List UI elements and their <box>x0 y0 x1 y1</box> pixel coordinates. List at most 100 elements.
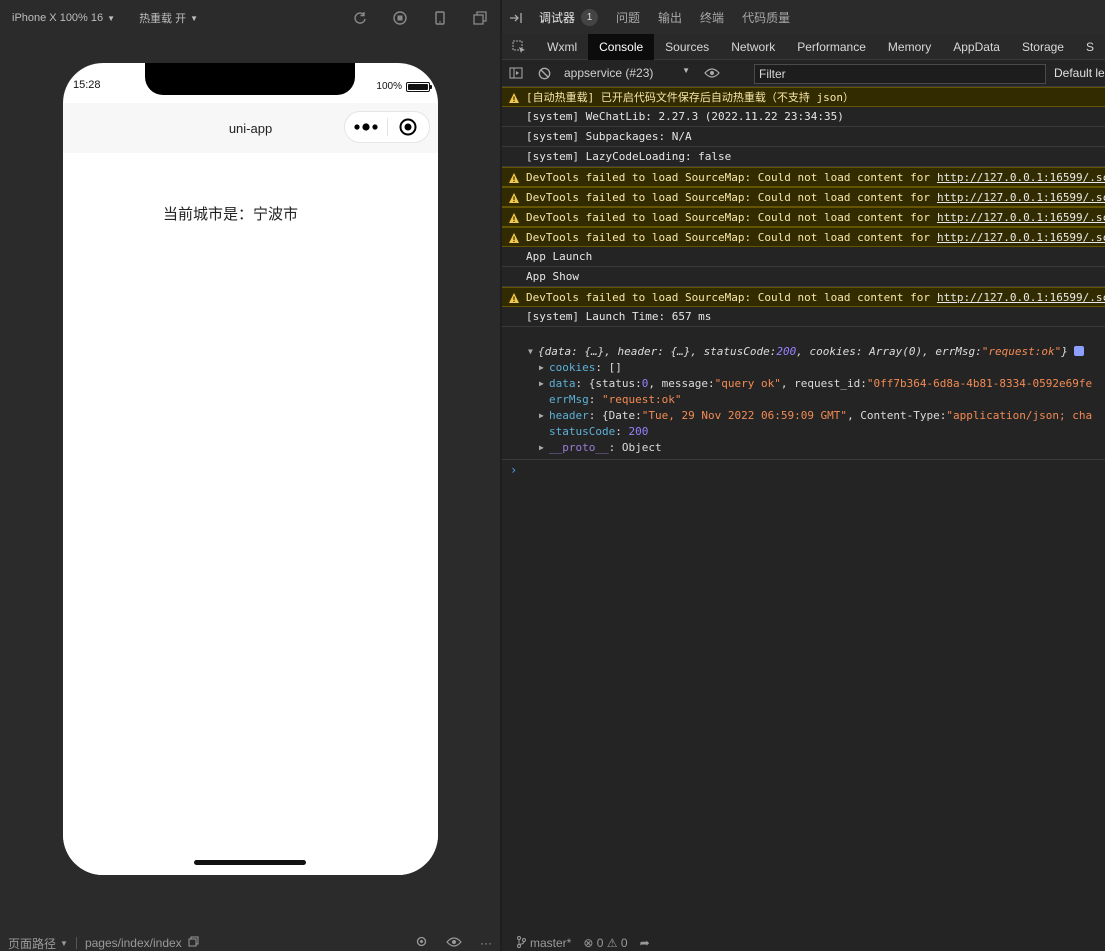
sourcemap-link[interactable]: http://127.0.0.1:16599/.sc <box>937 211 1105 224</box>
device-label: iPhone X 100% 16 <box>12 12 104 24</box>
console-log-row: [system] LazyCodeLoading: false <box>502 147 1105 167</box>
more-menu-button[interactable] <box>345 112 387 142</box>
sourcemap-link[interactable]: http://127.0.0.1:16599/.sc <box>937 231 1105 244</box>
tab-terminal[interactable]: 终端 <box>691 0 733 36</box>
git-branch-label[interactable]: master* <box>530 936 571 950</box>
console-message: [自动热重载] 已开启代码文件保存后自动热重载（不支持 json） <box>526 91 854 104</box>
refresh-icon[interactable] <box>340 0 380 36</box>
sourcemap-link[interactable]: http://127.0.0.1:16599/.sc <box>937 171 1105 184</box>
more-icon[interactable]: ··· <box>480 936 492 950</box>
error-count-value: 0 <box>596 936 604 950</box>
prop-text: , message: <box>648 376 715 390</box>
filter-input[interactable] <box>754 64 1046 84</box>
console-warning-row: DevTools failed to load SourceMap: Could… <box>502 227 1105 247</box>
warning-icon <box>509 93 519 103</box>
eye-icon[interactable] <box>446 936 462 950</box>
tab-performance[interactable]: Performance <box>786 34 877 60</box>
tab-code-quality-label: 代码质量 <box>742 11 791 25</box>
prop-key: __proto__ <box>549 440 609 454</box>
tab-overflow[interactable]: S <box>1075 34 1105 60</box>
console-warning-row: DevTools failed to load SourceMap: Could… <box>502 167 1105 187</box>
prop-proto-row[interactable]: ▶ __proto__: Object <box>502 439 1105 455</box>
prop-key: errMsg <box>549 392 589 406</box>
console-warning-row: DevTools failed to load SourceMap: Could… <box>502 187 1105 207</box>
battery-icon <box>406 81 432 92</box>
warning-icon <box>509 193 519 203</box>
error-count[interactable]: ⊗ 0 ⚠ 0 <box>583 936 627 950</box>
prop-data-row[interactable]: ▶ data: {status: 0, message: "query ok",… <box>502 375 1105 391</box>
collapse-triangle-icon: ▶ <box>539 378 544 388</box>
device-dropdown[interactable]: iPhone X 100% 16 ▼ <box>12 12 115 24</box>
context-label: appservice (#23) <box>564 66 654 80</box>
close-program-button[interactable] <box>388 112 430 142</box>
console-log-row: [system] Launch Time: 657 ms <box>502 307 1105 327</box>
tab-output[interactable]: 输出 <box>649 0 691 36</box>
tab-issues[interactable]: 问题 <box>607 0 649 36</box>
share-icon[interactable]: ➦ <box>640 936 650 950</box>
prop-header-row[interactable]: ▶ header: {Date: "Tue, 29 Nov 2022 06:59… <box>502 407 1105 423</box>
devtools-top-tabs: 调试器 1 问题 输出 终端 代码质量 <box>502 0 1105 36</box>
object-summary-row[interactable]: ▼ {data: {…}, header: {…}, statusCode: 2… <box>502 343 1105 359</box>
prop-key: statusCode <box>549 424 616 438</box>
prop-text: , Content-Type: <box>847 408 947 422</box>
warning-triangle-icon: ⚠ <box>606 936 618 950</box>
error-circle-icon: ⊗ <box>583 936 594 950</box>
warning-count-value: 0 <box>620 936 628 950</box>
phone-screen: 15:28 100% uni-app 当前城市是：宁波市 <box>63 63 438 875</box>
tab-storage[interactable]: Storage <box>1011 34 1075 60</box>
console-message: App Show <box>526 270 579 283</box>
prop-cookies-row[interactable]: ▶ cookies: [] <box>502 359 1105 375</box>
detach-window-icon[interactable] <box>460 0 500 36</box>
console-prompt[interactable]: › <box>502 459 1105 479</box>
info-icon[interactable] <box>1073 346 1084 356</box>
console-lines: [自动热重载] 已开启代码文件保存后自动热重载（不支持 json） [system… <box>502 87 1105 327</box>
prop-string: "application/json; cha <box>946 408 1093 422</box>
mini-program-navbar: uni-app <box>63 103 438 153</box>
battery-percent: 100% <box>376 81 402 92</box>
footer-separator <box>75 937 77 949</box>
prop-statuscode-row: statusCode: 200 <box>549 424 649 438</box>
tab-appdata[interactable]: AppData <box>942 34 1011 60</box>
sidebar-toggle-icon[interactable] <box>502 67 530 79</box>
tab-console[interactable]: Console <box>588 33 655 60</box>
console-message: DevTools failed to load SourceMap: Could… <box>526 210 930 224</box>
sourcemap-link[interactable]: http://127.0.0.1:16599/.sc <box>937 191 1105 204</box>
page-path-label[interactable]: 页面路径 <box>8 935 56 951</box>
tab-debugger[interactable]: 调试器 1 <box>530 0 607 36</box>
tab-sources[interactable]: Sources <box>654 34 720 60</box>
console-log-row: [system] WeChatLib: 2.27.3 (2022.11.22 2… <box>502 107 1105 127</box>
prop-text: , request_id: <box>780 376 867 390</box>
tab-code-quality[interactable]: 代码质量 <box>733 0 799 36</box>
inspect-element-icon[interactable] <box>502 40 536 54</box>
tab-wxml[interactable]: Wxml <box>536 34 588 60</box>
console-message: DevTools failed to load SourceMap: Could… <box>526 190 930 204</box>
object-summary-errmsg: "request:ok" <box>981 344 1062 358</box>
live-expression-eye-icon[interactable] <box>698 68 726 78</box>
tab-network[interactable]: Network <box>720 34 786 60</box>
tab-memory[interactable]: Memory <box>877 34 942 60</box>
clear-console-icon[interactable] <box>530 67 558 80</box>
copy-icon[interactable] <box>188 936 199 950</box>
settings-icon[interactable] <box>415 935 428 951</box>
prop-string: "request:ok" <box>602 392 682 406</box>
console-message: [system] WeChatLib: 2.27.3 (2022.11.22 2… <box>526 110 844 123</box>
stop-icon[interactable] <box>380 0 420 36</box>
git-branch-icon <box>516 935 526 951</box>
status-time: 15:28 <box>73 79 101 91</box>
hotreload-dropdown[interactable]: 热重载 开 ▼ <box>139 10 198 26</box>
collapse-panel-icon[interactable] <box>502 12 530 24</box>
prop-value: [] <box>608 360 622 374</box>
context-select[interactable]: appservice (#23) ▼ <box>558 66 698 80</box>
prop-text: {Date: <box>602 408 642 422</box>
devtools-panel: 调试器 1 问题 输出 终端 代码质量 Wxml Console Sources… <box>502 0 1105 951</box>
chevron-down-icon: ▼ <box>682 66 690 75</box>
console-output: [自动热重载] 已开启代码文件保存后自动热重载（不支持 json） [system… <box>502 87 1105 935</box>
warning-icon <box>509 173 519 183</box>
sourcemap-link[interactable]: http://127.0.0.1:16599/.sc <box>937 291 1105 304</box>
warning-icon <box>509 233 519 243</box>
phone-icon[interactable] <box>420 0 460 36</box>
prop-number: 0 <box>641 376 649 390</box>
prop-string: "query ok" <box>714 376 781 390</box>
warning-icon <box>509 293 519 303</box>
log-levels-dropdown[interactable]: Default le <box>1054 66 1105 80</box>
